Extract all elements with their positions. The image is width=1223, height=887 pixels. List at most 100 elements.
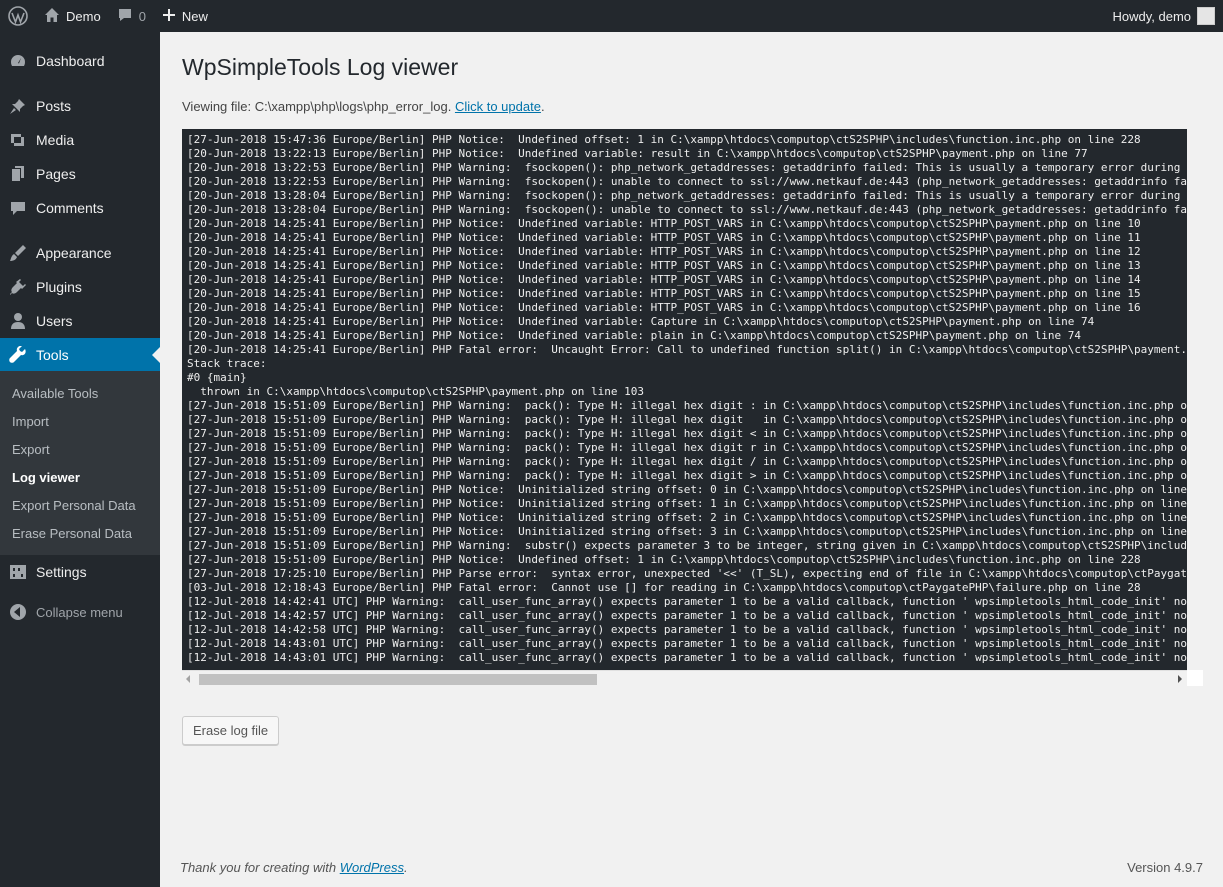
log-line: [27-Jun-2018 15:51:09 Europe/Berlin] PHP…: [187, 553, 1141, 566]
site-name-link[interactable]: Demo: [36, 0, 109, 32]
log-line: [27-Jun-2018 15:51:09 Europe/Berlin] PHP…: [187, 441, 1187, 454]
sidebar-item-label: Dashboard: [36, 53, 105, 69]
admin-sidebar: Dashboard Posts Media Pages Comments App…: [0, 32, 160, 887]
sidebar-item-label: Plugins: [36, 279, 82, 295]
erase-log-button[interactable]: Erase log file: [182, 716, 280, 745]
sidebar-item-pages[interactable]: Pages: [0, 157, 160, 191]
wordpress-logo-icon[interactable]: [0, 0, 36, 32]
log-line: [27-Jun-2018 15:51:09 Europe/Berlin] PHP…: [187, 427, 1187, 440]
sidebar-item-appearance[interactable]: Appearance: [0, 236, 160, 270]
users-icon: [0, 312, 36, 330]
plus-icon: [162, 8, 176, 25]
comments-icon: [0, 199, 36, 217]
scroll-left-arrow-icon[interactable]: [186, 675, 190, 683]
viewing-file-suffix: .: [540, 99, 545, 114]
log-content[interactable]: [27-Jun-2018 15:47:36 Europe/Berlin] PHP…: [182, 129, 1187, 670]
new-content-link[interactable]: New: [154, 0, 216, 32]
submenu-item-erase-personal-data[interactable]: Erase Personal Data: [12, 526, 132, 541]
pin-icon: [0, 97, 36, 115]
main-content: WpSimpleTools Log viewer Viewing file: C…: [160, 32, 1223, 887]
dashboard-icon: [0, 52, 36, 70]
scrollbar-corner: [1187, 670, 1203, 686]
viewing-file-path: Viewing file: C:\xampp\php\logs\php_erro…: [182, 99, 452, 114]
log-line: [27-Jun-2018 17:25:10 Europe/Berlin] PHP…: [187, 567, 1187, 580]
log-line: [20-Jun-2018 13:22:53 Europe/Berlin] PHP…: [187, 161, 1187, 174]
log-line: [20-Jun-2018 14:25:41 Europe/Berlin] PHP…: [187, 231, 1141, 244]
sidebar-item-settings[interactable]: Settings: [0, 555, 160, 589]
log-line: [12-Jul-2018 14:43:01 UTC] PHP Warning: …: [187, 651, 1187, 664]
log-line: [27-Jun-2018 15:51:09 Europe/Berlin] PHP…: [187, 469, 1187, 482]
log-line: [20-Jun-2018 14:25:41 Europe/Berlin] PHP…: [187, 245, 1141, 258]
tools-submenu: Available Tools Import Export Log viewer…: [0, 371, 160, 555]
log-line: [12-Jul-2018 14:42:41 UTC] PHP Warning: …: [187, 595, 1187, 608]
howdy-text: Howdy, demo: [1112, 8, 1191, 24]
log-line: [27-Jun-2018 15:51:09 Europe/Berlin] PHP…: [187, 511, 1187, 524]
submenu-item-log-viewer[interactable]: Log viewer: [12, 470, 80, 485]
log-line: [27-Jun-2018 15:51:09 Europe/Berlin] PHP…: [187, 413, 1187, 426]
log-line: [27-Jun-2018 15:47:36 Europe/Berlin] PHP…: [187, 133, 1141, 146]
sidebar-item-dashboard[interactable]: Dashboard: [0, 44, 160, 78]
log-line: [27-Jun-2018 15:51:09 Europe/Berlin] PHP…: [187, 497, 1187, 510]
version-text: Version 4.9.7: [1127, 860, 1203, 875]
sidebar-item-label: Pages: [36, 166, 76, 182]
log-line: [27-Jun-2018 15:51:09 Europe/Berlin] PHP…: [187, 399, 1187, 412]
settings-icon: [0, 563, 36, 581]
collapse-menu-button[interactable]: Collapse menu: [0, 598, 160, 626]
collapse-menu-label: Collapse menu: [36, 604, 123, 620]
log-line: #0 {main}: [187, 371, 247, 384]
sidebar-item-label: Appearance: [36, 245, 112, 261]
log-line: thrown in C:\xampp\htdocs\computop\ctS2S…: [187, 385, 644, 398]
update-link[interactable]: Click to update: [455, 99, 541, 114]
sidebar-item-plugins[interactable]: Plugins: [0, 270, 160, 304]
footer-thanks-suffix: .: [404, 860, 408, 875]
sidebar-item-comments[interactable]: Comments: [0, 191, 160, 225]
plugin-icon: [0, 278, 36, 296]
log-line: [27-Jun-2018 15:51:09 Europe/Berlin] PHP…: [187, 539, 1187, 552]
sidebar-item-label: Media: [36, 132, 75, 148]
sidebar-item-media[interactable]: Media: [0, 123, 160, 157]
media-icon: [0, 131, 36, 149]
sidebar-item-posts[interactable]: Posts: [0, 89, 160, 123]
log-line: [27-Jun-2018 15:51:09 Europe/Berlin] PHP…: [187, 455, 1187, 468]
log-line: [03-Jul-2018 12:18:43 Europe/Berlin] PHP…: [187, 581, 1141, 594]
log-line: [12-Jul-2018 14:42:57 UTC] PHP Warning: …: [187, 609, 1187, 622]
wordpress-link[interactable]: WordPress: [340, 860, 404, 875]
log-line: [20-Jun-2018 13:22:53 Europe/Berlin] PHP…: [187, 175, 1187, 188]
sidebar-item-label: Comments: [36, 200, 104, 216]
submenu-item-import[interactable]: Import: [12, 414, 49, 429]
log-line: [12-Jul-2018 14:42:58 UTC] PHP Warning: …: [187, 623, 1187, 636]
horizontal-scrollbar[interactable]: [182, 670, 1187, 686]
log-line: [20-Jun-2018 14:25:41 Europe/Berlin] PHP…: [187, 273, 1141, 286]
sidebar-item-label: Tools: [36, 347, 69, 363]
sidebar-item-label: Posts: [36, 98, 72, 114]
log-container: [27-Jun-2018 15:47:36 Europe/Berlin] PHP…: [182, 129, 1203, 688]
submenu-item-export[interactable]: Export: [12, 442, 50, 457]
log-line: [20-Jun-2018 14:25:41 Europe/Berlin] PHP…: [187, 315, 1095, 328]
log-line: [20-Jun-2018 14:25:41 Europe/Berlin] PHP…: [187, 343, 1187, 356]
log-line: [20-Jun-2018 14:25:41 Europe/Berlin] PHP…: [187, 287, 1141, 300]
sidebar-item-label: Settings: [36, 564, 87, 580]
submenu-item-export-personal-data[interactable]: Export Personal Data: [12, 498, 136, 513]
scroll-right-arrow-icon[interactable]: [1178, 675, 1182, 683]
log-line: [20-Jun-2018 13:28:04 Europe/Berlin] PHP…: [187, 189, 1187, 202]
avatar: [1197, 7, 1215, 25]
log-line: [20-Jun-2018 14:25:41 Europe/Berlin] PHP…: [187, 329, 1082, 342]
sidebar-item-tools[interactable]: Tools: [0, 338, 160, 372]
brush-icon: [0, 244, 36, 262]
admin-bar: Demo 0 New Howdy, demo: [0, 0, 1223, 32]
vertical-scrollbar[interactable]: [1187, 129, 1203, 670]
scrollbar-thumb[interactable]: [199, 674, 597, 685]
pages-icon: [0, 165, 36, 183]
footer-thanks: Thank you for creating with WordPress.: [180, 860, 408, 875]
wrench-icon: [0, 346, 36, 364]
sidebar-item-users[interactable]: Users: [0, 304, 160, 338]
submenu-item-available-tools[interactable]: Available Tools: [12, 386, 98, 401]
site-name: Demo: [66, 8, 101, 24]
log-line: [20-Jun-2018 14:25:41 Europe/Berlin] PHP…: [187, 301, 1141, 314]
log-line: [27-Jun-2018 15:51:09 Europe/Berlin] PHP…: [187, 525, 1187, 538]
collapse-arrow-icon: [0, 603, 36, 621]
home-icon: [44, 7, 60, 26]
comments-link[interactable]: 0: [109, 0, 154, 32]
my-account-link[interactable]: Howdy, demo: [1104, 0, 1223, 32]
log-line: [20-Jun-2018 14:25:41 Europe/Berlin] PHP…: [187, 259, 1141, 272]
